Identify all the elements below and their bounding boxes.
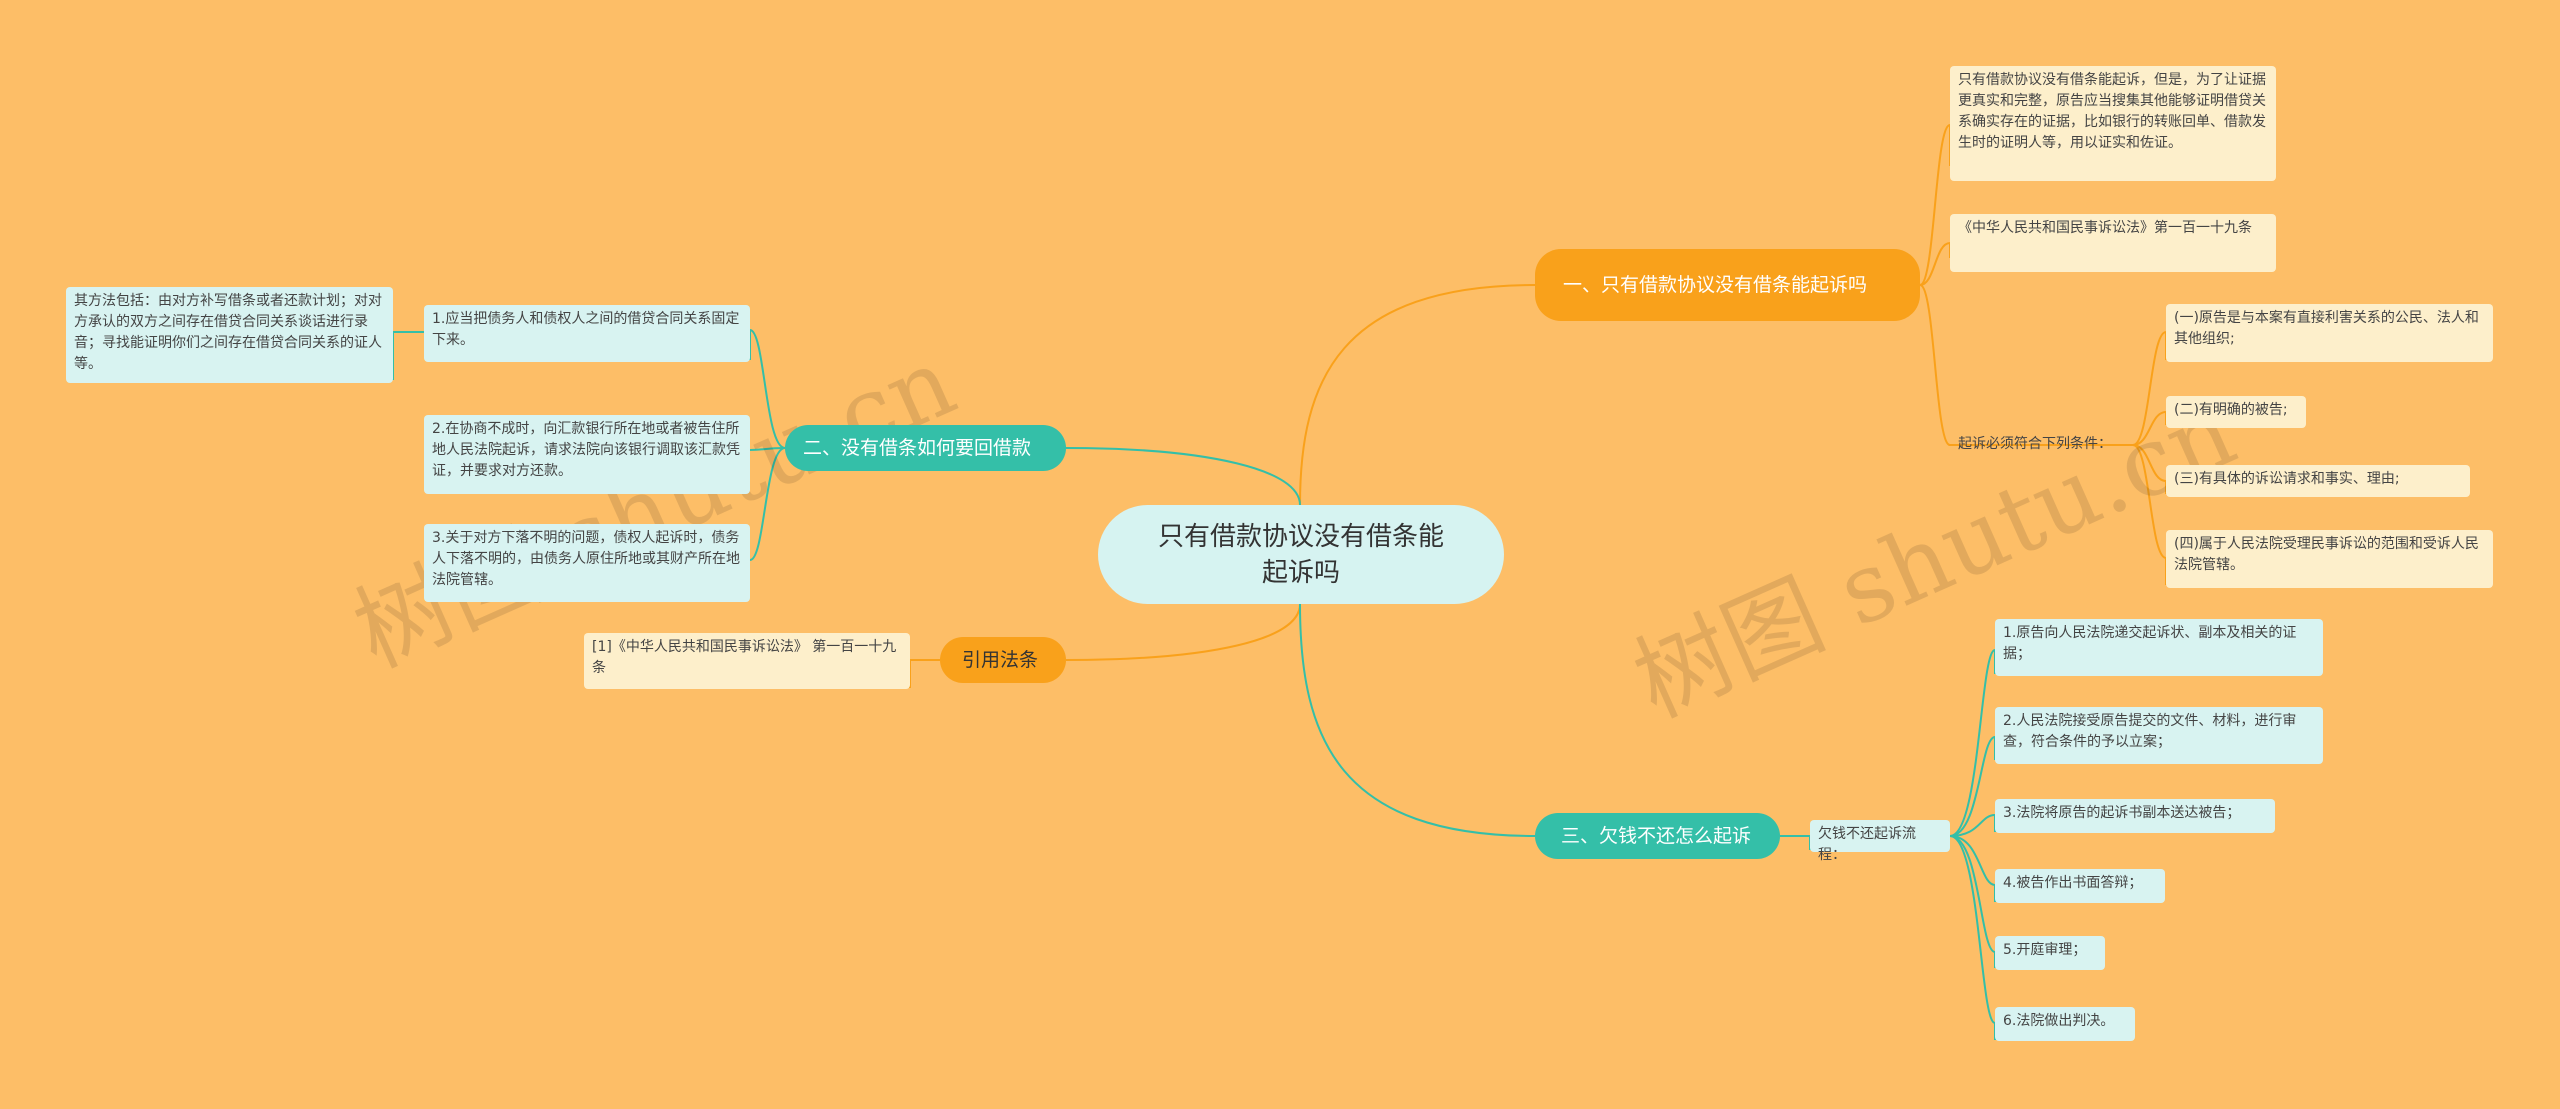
process-step-3[interactable]: 3.法院将原告的起诉书副本送达被告； [1995,799,2275,833]
branch-1-law[interactable]: 《中华人民共和国民事诉讼法》第一百一十九条 [1950,214,2276,272]
branch-2-item-3[interactable]: 3.关于对方下落不明的问题，债权人起诉时，债务人下落不明的，由债务人原住所地或其… [424,524,750,602]
conditions-label[interactable]: 起诉必须符合下列条件： [1950,430,2133,460]
branch-2-item-2[interactable]: 2.在协商不成时，向汇款银行所在地或者被告住所地人民法院起诉，请求法院向该银行调… [424,415,750,494]
process-step-2[interactable]: 2.人民法院接受原告提交的文件、材料，进行审查，符合条件的予以立案； [1995,707,2323,764]
branch-1-topic[interactable]: 一、只有借款协议没有借条能起诉吗 [1535,249,1920,321]
branch-2-method[interactable]: 其方法包括：由对方补写借条或者还款计划；对对方承认的双方之间存在借贷合同关系谈话… [66,287,393,383]
branch-3-topic[interactable]: 引用法条 [940,637,1066,683]
root-topic[interactable]: 只有借款协议没有借条能起诉吗 [1098,505,1504,604]
condition-2[interactable]: (二)有明确的被告; [2166,396,2306,428]
condition-1[interactable]: (一)原告是与本案有直接利害关系的公民、法人和其他组织; [2166,304,2493,362]
branch-4-topic[interactable]: 三、欠钱不还怎么起诉 [1535,813,1780,859]
branch-3-item[interactable]: [1]《中华人民共和国民事诉讼法》 第一百一十九条 [584,633,910,689]
process-step-6[interactable]: 6.法院做出判决。 [1995,1007,2135,1041]
branch-2-item-1[interactable]: 1.应当把债务人和债权人之间的借贷合同关系固定下来。 [424,305,750,362]
branch-1-note[interactable]: 只有借款协议没有借条能起诉，但是，为了让证据更真实和完整，原告应当搜集其他能够证… [1950,66,2276,181]
process-step-4[interactable]: 4.被告作出书面答辩； [1995,869,2165,903]
branch-2-topic[interactable]: 二、没有借条如何要回借款 [785,425,1066,471]
process-label[interactable]: 欠钱不还起诉流程： [1810,820,1950,863]
process-step-1[interactable]: 1.原告向人民法院递交起诉状、副本及相关的证据； [1995,619,2323,676]
condition-4[interactable]: (四)属于人民法院受理民事诉讼的范围和受诉人民法院管辖。 [2166,530,2493,588]
condition-3[interactable]: (三)有具体的诉讼请求和事实、理由; [2166,465,2470,497]
process-step-5[interactable]: 5.开庭审理； [1995,936,2105,970]
